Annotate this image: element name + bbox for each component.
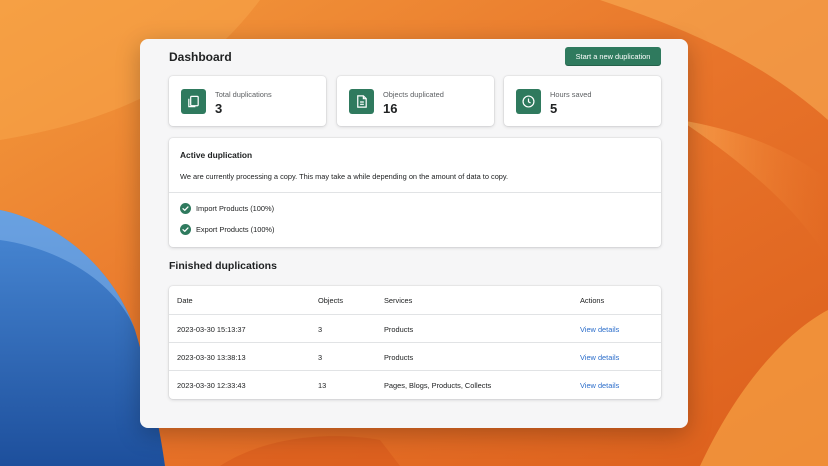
column-header-services: Services	[384, 295, 413, 305]
page-title: Dashboard	[169, 50, 232, 64]
active-duplication-description: We are currently processing a copy. This…	[180, 172, 509, 181]
cell-objects: 3	[318, 352, 323, 362]
check-circle-icon	[180, 203, 191, 214]
stat-label: Hours saved	[550, 90, 592, 99]
view-details-link[interactable]: View details	[580, 315, 619, 343]
divider	[169, 192, 661, 193]
cell-services: Products	[384, 352, 414, 362]
finished-duplications-title: Finished duplications	[169, 260, 277, 272]
cell-date: 2023-03-30 15:13:37	[177, 324, 246, 334]
check-circle-icon	[180, 224, 191, 235]
task-label: Export Products (100%)	[196, 225, 275, 234]
clock-icon	[516, 89, 541, 114]
table-row: 2023-03-30 13:38:13 3 Products View deta…	[169, 342, 661, 370]
column-header-objects: Objects	[318, 295, 344, 305]
task-export-products: Export Products (100%)	[180, 224, 274, 235]
column-header-date: Date	[177, 295, 193, 305]
view-details-link[interactable]: View details	[580, 343, 619, 371]
task-import-products: Import Products (100%)	[180, 203, 274, 214]
cell-services: Products	[384, 324, 414, 334]
stat-label: Total duplications	[215, 90, 272, 99]
task-label: Import Products (100%)	[196, 204, 275, 213]
cell-date: 2023-03-30 13:38:13	[177, 352, 246, 362]
finished-duplications-table: Date Objects Services Actions 2023-03-30…	[169, 286, 661, 399]
cell-services: Pages, Blogs, Products, Collects	[384, 380, 492, 390]
cell-objects: 3	[318, 324, 323, 334]
document-icon	[349, 89, 374, 114]
stat-value: 3	[215, 101, 223, 116]
cell-objects: 13	[318, 380, 327, 390]
stat-card-objects-duplicated: Objects duplicated 16	[337, 76, 494, 126]
table-row: 2023-03-30 15:13:37 3 Products View deta…	[169, 314, 661, 342]
stat-label: Objects duplicated	[383, 90, 444, 99]
stat-card-total-duplications: Total duplications 3	[169, 76, 326, 126]
stat-value: 5	[550, 101, 558, 116]
start-duplication-button[interactable]: Start a new duplication	[565, 47, 661, 66]
table-header-row: Date Objects Services Actions	[169, 286, 661, 314]
table-row: 2023-03-30 12:33:43 13 Pages, Blogs, Pro…	[169, 370, 661, 398]
column-header-actions: Actions	[580, 295, 605, 305]
active-duplication-title: Active duplication	[180, 150, 253, 160]
copy-icon	[181, 89, 206, 114]
app-window: Dashboard Start a new duplication Total …	[140, 39, 688, 428]
active-duplication-card: Active duplication We are currently proc…	[169, 138, 661, 247]
view-details-link[interactable]: View details	[580, 371, 619, 399]
cell-date: 2023-03-30 12:33:43	[177, 380, 246, 390]
stat-card-hours-saved: Hours saved 5	[504, 76, 661, 126]
stat-value: 16	[383, 101, 398, 116]
